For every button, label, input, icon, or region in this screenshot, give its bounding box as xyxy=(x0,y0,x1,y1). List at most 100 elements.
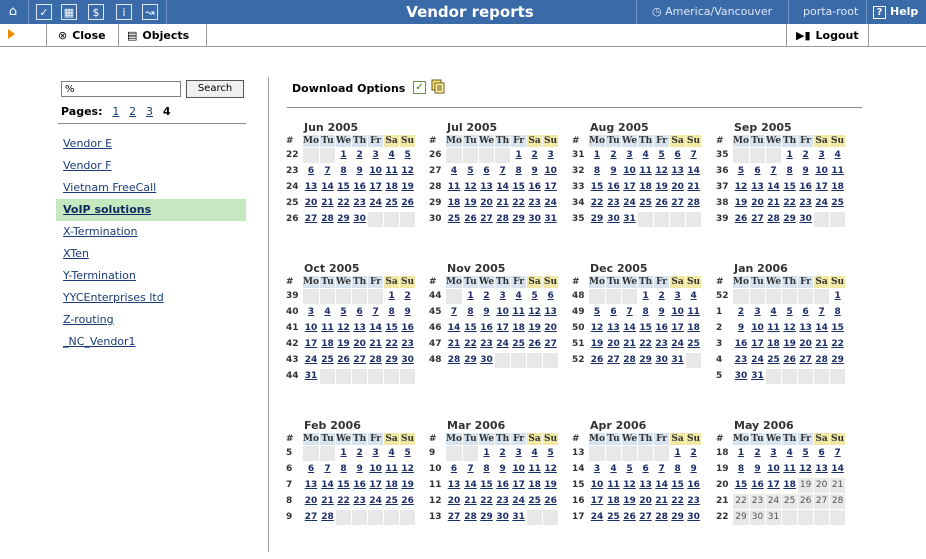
day-link[interactable]: 5 xyxy=(463,164,478,179)
day-link[interactable]: 14 xyxy=(814,321,829,336)
day-link[interactable]: 1 xyxy=(336,446,351,461)
day-link[interactable]: 13 xyxy=(670,164,685,179)
day-link[interactable]: 10 xyxy=(670,305,685,320)
day-link[interactable]: 6 xyxy=(479,164,494,179)
day-link[interactable]: 17 xyxy=(750,337,765,352)
day-link[interactable]: 26 xyxy=(543,494,558,509)
day-link[interactable]: 16 xyxy=(654,321,669,336)
day-link[interactable]: 25 xyxy=(320,353,335,368)
day-link[interactable]: 18 xyxy=(686,321,701,336)
day-link[interactable]: 6 xyxy=(814,446,829,461)
day-link[interactable]: 9 xyxy=(798,164,813,179)
day-link[interactable]: 17 xyxy=(670,321,685,336)
day-link[interactable]: 4 xyxy=(446,164,462,179)
day-link[interactable]: 24 xyxy=(589,510,605,525)
day-link[interactable]: 23 xyxy=(352,494,367,509)
day-link[interactable]: 30 xyxy=(527,212,542,227)
day-link[interactable]: 6 xyxy=(606,305,621,320)
day-link[interactable]: 26 xyxy=(589,353,605,368)
day-link[interactable]: 20 xyxy=(352,337,367,352)
day-link[interactable]: 15 xyxy=(670,478,685,493)
day-link[interactable]: 6 xyxy=(798,305,813,320)
day-link[interactable]: 18 xyxy=(384,478,399,493)
day-link[interactable]: 22 xyxy=(638,337,653,352)
download-options-checkbox[interactable]: ✓ xyxy=(413,81,426,94)
day-link[interactable]: 17 xyxy=(766,478,781,493)
day-link[interactable]: 14 xyxy=(446,321,462,336)
day-link[interactable]: 16 xyxy=(733,337,749,352)
day-link[interactable]: 20 xyxy=(303,494,319,509)
day-link[interactable]: 3 xyxy=(589,462,605,477)
day-link[interactable]: 19 xyxy=(589,337,605,352)
day-link[interactable]: 16 xyxy=(750,478,765,493)
day-link[interactable]: 5 xyxy=(543,446,558,461)
day-link[interactable]: 25 xyxy=(446,212,462,227)
day-link[interactable]: 29 xyxy=(463,353,478,368)
day-link[interactable]: 12 xyxy=(527,305,542,320)
day-link[interactable]: 11 xyxy=(320,321,335,336)
day-link[interactable]: 9 xyxy=(479,305,494,320)
day-link[interactable]: 18 xyxy=(384,180,399,195)
day-link[interactable]: 16 xyxy=(352,478,367,493)
day-link[interactable]: 16 xyxy=(352,180,367,195)
day-link[interactable]: 24 xyxy=(511,494,526,509)
day-link[interactable]: 27 xyxy=(670,196,685,211)
day-link[interactable]: 21 xyxy=(766,196,781,211)
day-link[interactable]: 2 xyxy=(400,289,415,304)
day-link[interactable]: 22 xyxy=(336,196,351,211)
day-link[interactable]: 18 xyxy=(830,180,845,195)
day-link[interactable]: 14 xyxy=(654,478,669,493)
vendor-link[interactable]: VoIP solutions xyxy=(56,199,246,221)
day-link[interactable]: 4 xyxy=(606,462,621,477)
day-link[interactable]: 15 xyxy=(336,180,351,195)
day-link[interactable]: 1 xyxy=(670,446,685,461)
day-link[interactable]: 30 xyxy=(654,353,669,368)
vendor-link[interactable]: Z-routing xyxy=(56,309,246,331)
day-link[interactable]: 23 xyxy=(798,196,813,211)
close-button[interactable]: ⊗ Close xyxy=(58,24,106,47)
day-link[interactable]: 23 xyxy=(606,196,621,211)
day-link[interactable]: 12 xyxy=(336,321,351,336)
day-link[interactable]: 2 xyxy=(750,446,765,461)
day-link[interactable]: 27 xyxy=(303,212,319,227)
day-link[interactable]: 12 xyxy=(463,180,478,195)
day-link[interactable]: 28 xyxy=(766,212,781,227)
day-link[interactable]: 27 xyxy=(446,510,462,525)
day-link[interactable]: 3 xyxy=(495,289,510,304)
day-link[interactable]: 23 xyxy=(479,337,494,352)
day-link[interactable]: 12 xyxy=(543,462,558,477)
day-link[interactable]: 2 xyxy=(527,148,542,163)
day-link[interactable]: 26 xyxy=(463,212,478,227)
day-link[interactable]: 28 xyxy=(320,510,335,525)
day-link[interactable]: 7 xyxy=(814,305,829,320)
search-button[interactable]: Search xyxy=(186,80,244,98)
day-link[interactable]: 4 xyxy=(766,305,781,320)
day-link[interactable]: 9 xyxy=(686,462,701,477)
day-link[interactable]: 29 xyxy=(830,353,845,368)
day-link[interactable]: 11 xyxy=(511,305,526,320)
day-link[interactable]: 1 xyxy=(733,446,749,461)
day-link[interactable]: 27 xyxy=(798,353,813,368)
day-link[interactable]: 31 xyxy=(750,369,765,384)
vendor-link[interactable]: YYCEnterprises ltd xyxy=(56,287,246,309)
vendor-link[interactable]: _NC_Vendor1 xyxy=(56,331,246,353)
day-link[interactable]: 8 xyxy=(733,462,749,477)
day-link[interactable]: 10 xyxy=(511,462,526,477)
day-link[interactable]: 2 xyxy=(654,289,669,304)
export-icon[interactable] xyxy=(431,79,445,94)
day-link[interactable]: 18 xyxy=(766,337,781,352)
day-link[interactable]: 25 xyxy=(606,510,621,525)
day-link[interactable]: 19 xyxy=(782,337,797,352)
day-link[interactable]: 11 xyxy=(446,180,462,195)
day-link[interactable]: 13 xyxy=(352,321,367,336)
day-link[interactable]: 12 xyxy=(654,164,669,179)
day-link[interactable]: 12 xyxy=(782,321,797,336)
day-link[interactable]: 20 xyxy=(638,494,653,509)
day-link[interactable]: 18 xyxy=(782,478,797,493)
day-link[interactable]: 20 xyxy=(750,196,765,211)
day-link[interactable]: 22 xyxy=(830,337,845,352)
day-link[interactable]: 7 xyxy=(654,462,669,477)
day-link[interactable]: 5 xyxy=(336,305,351,320)
day-link[interactable]: 9 xyxy=(733,321,749,336)
day-link[interactable]: 15 xyxy=(589,180,605,195)
